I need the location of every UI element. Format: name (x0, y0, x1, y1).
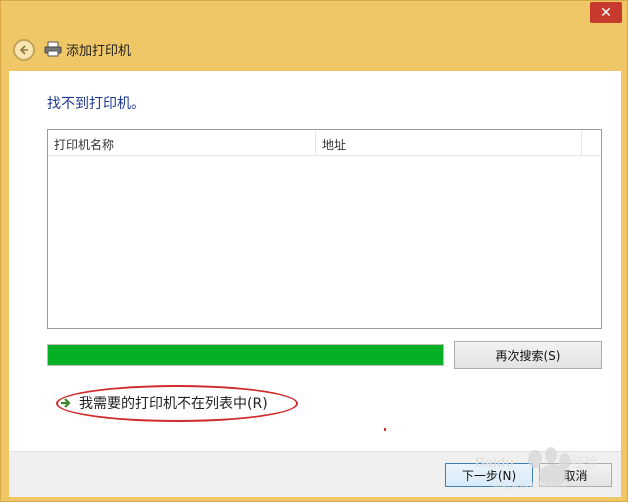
column-header-printer-name[interactable]: 打印机名称 (48, 130, 316, 155)
annotation-ellipse (56, 385, 298, 422)
page-heading: 找不到打印机。 (47, 96, 145, 112)
back-arrow-icon (19, 45, 28, 55)
printer-icon (44, 41, 62, 57)
search-again-button[interactable]: 再次搜索(S) (454, 341, 602, 369)
search-progress-bar (47, 344, 444, 366)
column-header-filler (582, 130, 601, 155)
wizard-title: 添加打印机 (66, 44, 132, 59)
printer-list[interactable]: 打印机名称 地址 (47, 129, 602, 329)
cancel-button[interactable]: 取消 (539, 463, 612, 487)
add-printer-window: ✕ 添加打印机 找不到打印机。 打印机名称 地址 再次搜索(S) 我需要的打印机… (0, 0, 628, 502)
annotation-mark (384, 428, 386, 431)
wizard-content: 找不到打印机。 打印机名称 地址 再次搜索(S) 我需要的打印机不在列表中(R) (9, 71, 621, 451)
next-button[interactable]: 下一步(N) (445, 463, 533, 487)
close-button[interactable]: ✕ (590, 2, 622, 23)
list-header: 打印机名称 地址 (48, 130, 601, 156)
progress-fill (48, 345, 443, 365)
wizard-footer: 下一步(N) 取消 (9, 451, 621, 497)
back-button[interactable] (13, 39, 35, 61)
close-icon: ✕ (600, 4, 612, 21)
column-header-address[interactable]: 地址 (316, 130, 582, 155)
wizard-header: 添加打印机 (8, 31, 622, 71)
